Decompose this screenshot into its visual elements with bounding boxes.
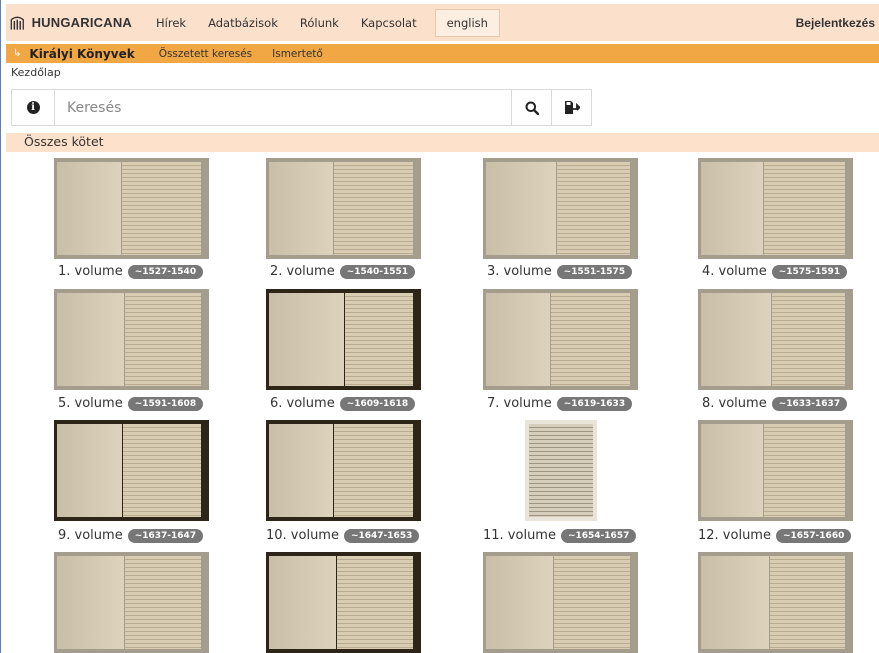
volume-label: 9. volume — [58, 528, 123, 543]
volume-caption[interactable]: 3. volume ~1551-1575 — [487, 264, 633, 279]
book-page-right — [770, 556, 845, 649]
volume-thumbnail[interactable] — [483, 289, 638, 390]
year-range-badge: ~1540-1551 — [339, 264, 416, 279]
volume-caption[interactable]: 5. volume ~1591-1608 — [58, 396, 204, 411]
volume-grid: 1. volume ~1527-1540 2. volume ~1540-1551 3.… — [0, 0, 879, 653]
volume-thumbnail[interactable] — [266, 552, 421, 653]
volume-thumbnail[interactable] — [525, 420, 597, 521]
volume-thumbnail[interactable] — [483, 552, 638, 653]
book-page-left — [57, 162, 121, 255]
volume-label: 2. volume — [270, 264, 335, 279]
book-page-right — [337, 556, 413, 649]
year-range-badge: ~1527-1540 — [127, 264, 204, 279]
volume-label: 5. volume — [58, 396, 123, 411]
year-range-badge: ~1633-1637 — [771, 396, 848, 411]
book-page-left — [269, 293, 344, 386]
book-page-left — [486, 556, 553, 649]
book-page-right — [345, 293, 413, 386]
year-range-badge: ~1551-1575 — [556, 264, 633, 279]
volume-caption[interactable]: 4. volume ~1575-1591 — [702, 264, 848, 279]
volume-caption[interactable]: 11. volume ~1654-1657 — [483, 528, 637, 543]
book-page-left — [57, 556, 124, 649]
volume-thumbnail[interactable] — [266, 289, 421, 390]
book-page-left — [269, 556, 336, 649]
year-range-badge: ~1619-1633 — [556, 396, 633, 411]
volume-caption[interactable]: 6. volume ~1609-1618 — [270, 396, 416, 411]
volume-label: 10. volume — [266, 528, 339, 543]
volume-caption[interactable]: 12. volume ~1657-1660 — [698, 528, 852, 543]
book-page-right — [764, 424, 845, 517]
volume-thumbnail[interactable] — [698, 158, 853, 259]
book-page-right — [551, 293, 630, 386]
book-page-left — [701, 424, 763, 517]
volume-thumbnail[interactable] — [698, 552, 853, 653]
book-page-left — [57, 424, 122, 517]
volume-thumbnail[interactable] — [54, 420, 209, 521]
volume-thumbnail[interactable] — [266, 420, 421, 521]
volume-thumbnail[interactable] — [54, 552, 209, 653]
year-range-badge: ~1657-1660 — [775, 528, 852, 543]
volume-thumbnail[interactable] — [698, 289, 853, 390]
year-range-badge: ~1609-1618 — [339, 396, 416, 411]
book-page-right — [125, 556, 201, 649]
book-page-left — [701, 162, 763, 255]
volume-thumbnail[interactable] — [54, 289, 209, 390]
volume-caption[interactable]: 7. volume ~1619-1633 — [487, 396, 633, 411]
volume-label: 4. volume — [702, 264, 767, 279]
volume-thumbnail[interactable] — [54, 158, 209, 259]
book-page-right — [123, 424, 201, 517]
book-page-left — [486, 162, 556, 255]
book-page-right — [772, 293, 845, 386]
volume-label: 3. volume — [487, 264, 552, 279]
book-page-left — [57, 293, 124, 386]
volume-caption[interactable]: 9. volume ~1637-1647 — [58, 528, 204, 543]
volume-thumbnail[interactable] — [698, 420, 853, 521]
volume-label: 1. volume — [58, 264, 123, 279]
book-page-left — [269, 162, 333, 255]
volume-thumbnail[interactable] — [483, 158, 638, 259]
year-range-badge: ~1637-1647 — [127, 528, 204, 543]
volume-label: 12. volume — [698, 528, 771, 543]
book-page-left — [486, 293, 550, 386]
book-page-right — [125, 293, 201, 386]
book-page-right — [334, 162, 413, 255]
volume-label: 8. volume — [702, 396, 767, 411]
book-page-right — [764, 162, 845, 255]
book-page-right — [554, 556, 630, 649]
volume-label: 6. volume — [270, 396, 335, 411]
year-range-badge: ~1647-1653 — [343, 528, 420, 543]
year-range-badge: ~1575-1591 — [771, 264, 848, 279]
book-page-left — [701, 556, 769, 649]
volume-thumbnail[interactable] — [266, 158, 421, 259]
book-page-right — [122, 162, 201, 255]
volume-caption[interactable]: 1. volume ~1527-1540 — [58, 264, 204, 279]
volume-label: 11. volume — [483, 528, 556, 543]
volume-caption[interactable]: 10. volume ~1647-1653 — [266, 528, 420, 543]
volume-caption[interactable]: 8. volume ~1633-1637 — [702, 396, 848, 411]
book-page-left — [701, 293, 771, 386]
volume-label: 7. volume — [487, 396, 552, 411]
book-page-left — [269, 424, 333, 517]
volume-caption[interactable]: 2. volume ~1540-1551 — [270, 264, 416, 279]
book-page-right — [557, 162, 630, 255]
document-page — [529, 424, 593, 517]
book-page-right — [334, 424, 413, 517]
year-range-badge: ~1654-1657 — [560, 528, 637, 543]
year-range-badge: ~1591-1608 — [127, 396, 204, 411]
